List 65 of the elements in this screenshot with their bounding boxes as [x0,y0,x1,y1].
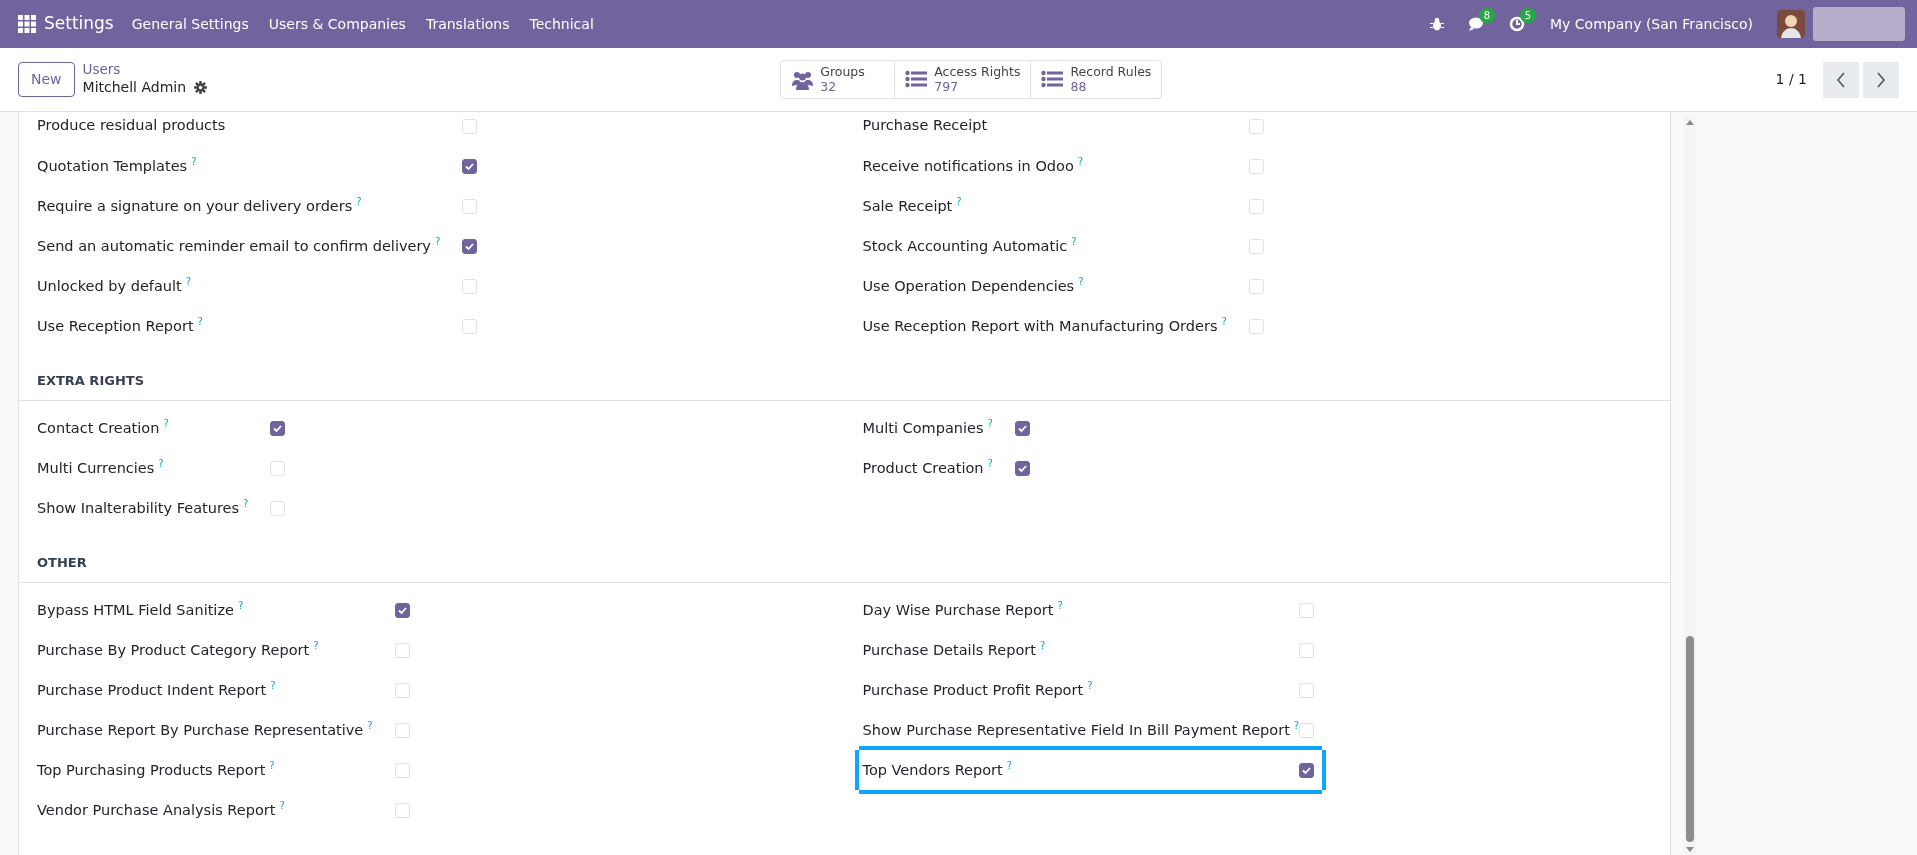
field-label: Contact Creation $^{?}$ [37,417,169,439]
field-label: Unlocked by default $^{?}$ [37,275,191,297]
menu-item[interactable]: Users & Companies [258,13,416,35]
field-label: Vendor Purchase Analysis Report $^{?}$ [37,799,285,821]
field-label: Quotation Templates $^{?}$ [37,155,197,177]
menu-item[interactable]: General Settings [121,13,259,35]
next-button[interactable] [1863,61,1899,98]
chevron-right-icon [1876,71,1886,88]
record-name: Mitchell Admin [82,78,187,98]
list-icon [1041,69,1065,90]
field-label: Send an automatic reminder email to confirm delivery $^{?}$ [37,235,441,257]
checkbox[interactable] [1299,762,1315,778]
field-label: Purchase By Product Category Report $^{?}$ [37,639,319,661]
field-label: Top Vendors Report $^{?}$ [862,759,1013,781]
gear-icon[interactable] [194,81,208,95]
checkbox[interactable] [270,420,286,436]
checkbox[interactable] [1014,460,1030,476]
field-label: Purchase Receipt [862,116,988,136]
section-title: EXTRA RIGHTS [37,374,144,387]
checkbox[interactable] [462,158,478,174]
field-label: Show Inalterability Features $^{?}$ [37,497,249,519]
field-label: Use Reception Report $^{?}$ [37,315,203,337]
people-icon [791,69,815,90]
pager-value: 1 / 1 [1775,70,1807,89]
new-button[interactable]: New [18,62,75,97]
section-title: OTHER [37,556,87,569]
field-label: Purchase Product Profit Report $^{?}$ [862,679,1093,701]
smart-button[interactable]: Access Rights 797 [895,60,1032,99]
previous-button[interactable] [1823,61,1859,98]
list-icon [905,69,929,90]
field-label: Produce residual products [37,116,226,136]
chevron-left-icon [1836,71,1846,88]
avatar[interactable] [1777,10,1805,38]
field-label: Bypass HTML Field Sanitize $^{?}$ [37,599,244,621]
field-label: Purchase Product Indent Report $^{?}$ [37,679,276,701]
count-badge: 5 [1519,8,1537,23]
bug-icon[interactable] [1430,17,1445,31]
checkbox[interactable] [462,238,478,254]
smart-button[interactable]: Groups 32 [780,60,896,99]
field-label: Multi Currencies $^{?}$ [37,457,164,479]
menu-item[interactable]: Translations [415,13,520,35]
field-label: Multi Companies $^{?}$ [862,417,993,439]
field-label: Stock Accounting Automatic $^{?}$ [862,235,1077,257]
smart-button[interactable]: Record Rules 88 [1031,60,1163,99]
field-label: Use Reception Report with Manufacturing Orders $^{?}$ [862,315,1227,337]
field-label: Show Purchase Representative Field In Bill Payment Report $^{?}$ [862,719,1300,741]
field-label: Day Wise Purchase Report $^{?}$ [862,599,1063,621]
field-label: Use Operation Dependencies $^{?}$ [862,275,1084,297]
app-title[interactable]: Settings [44,11,114,37]
field-label: Sale Receipt $^{?}$ [862,195,962,217]
field-label: Top Purchasing Products Report $^{?}$ [37,759,275,781]
breadcrumb-link[interactable]: Users [82,60,208,78]
apps-menu-icon[interactable] [18,15,36,33]
field-label: Product Creation $^{?}$ [862,457,993,479]
field-label: Receive notifications in Odoo $^{?}$ [862,155,1084,177]
checkbox[interactable] [1014,420,1030,436]
company-switcher[interactable]: My Company (San Francisco) [1550,13,1753,35]
clock-icon[interactable] [1509,16,1527,32]
field-label: Purchase Report By Purchase Representative $^{?}$ [37,719,373,741]
field-label: Purchase Details Report $^{?}$ [862,639,1046,661]
menu-item[interactable]: Technical [519,13,604,35]
chat-icon[interactable] [1468,16,1486,32]
checkbox[interactable] [394,602,410,618]
field-label: Require a signature on your delivery orders $^{?}$ [37,195,362,217]
count-badge: 8 [1478,8,1496,23]
